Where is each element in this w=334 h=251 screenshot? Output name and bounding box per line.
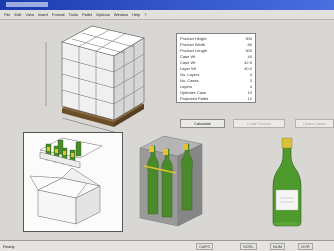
parameters-panel: Product Height 300 Product Width 80 Produc… bbox=[176, 33, 256, 103]
pallet-stack-illustration bbox=[45, 25, 145, 133]
calculate-button[interactable]: Calculate bbox=[180, 119, 225, 128]
menu-file[interactable]: File bbox=[4, 12, 10, 17]
title-bar bbox=[0, 0, 334, 10]
wrapped-case-illustration bbox=[139, 135, 203, 227]
status-scroll: SCRL bbox=[240, 243, 257, 250]
load-product-button[interactable]: Load Product bbox=[233, 119, 285, 128]
menu-bar: File Edit View Insert Format Tools Palle… bbox=[0, 10, 334, 20]
menu-edit[interactable]: Edit bbox=[14, 12, 21, 17]
status-bar: Ready CAPS SCRL NUM OVR bbox=[0, 240, 334, 251]
menu-help[interactable]: Help bbox=[132, 12, 140, 17]
status-ovr: OVR bbox=[298, 243, 313, 250]
menu-about[interactable]: ? bbox=[144, 12, 146, 17]
param-row: Projected Pallet 12 bbox=[180, 96, 252, 101]
menu-options[interactable]: Options bbox=[96, 12, 110, 17]
menu-view[interactable]: View bbox=[25, 12, 34, 17]
menu-pallet[interactable]: Pallet bbox=[82, 12, 92, 17]
menu-insert[interactable]: Insert bbox=[38, 12, 48, 17]
open-case-illustration bbox=[29, 137, 103, 225]
tuned-cases-button[interactable]: Tuned Cases bbox=[295, 119, 334, 128]
window-title bbox=[6, 2, 48, 7]
status-num: NUM bbox=[270, 243, 286, 250]
menu-tools[interactable]: Tools bbox=[69, 12, 78, 17]
status-text: Ready bbox=[3, 244, 15, 249]
menu-format[interactable]: Format bbox=[52, 12, 65, 17]
status-caps: CAPS bbox=[196, 243, 213, 250]
menu-window[interactable]: Window bbox=[114, 12, 128, 17]
bottle-illustration bbox=[272, 137, 302, 227]
